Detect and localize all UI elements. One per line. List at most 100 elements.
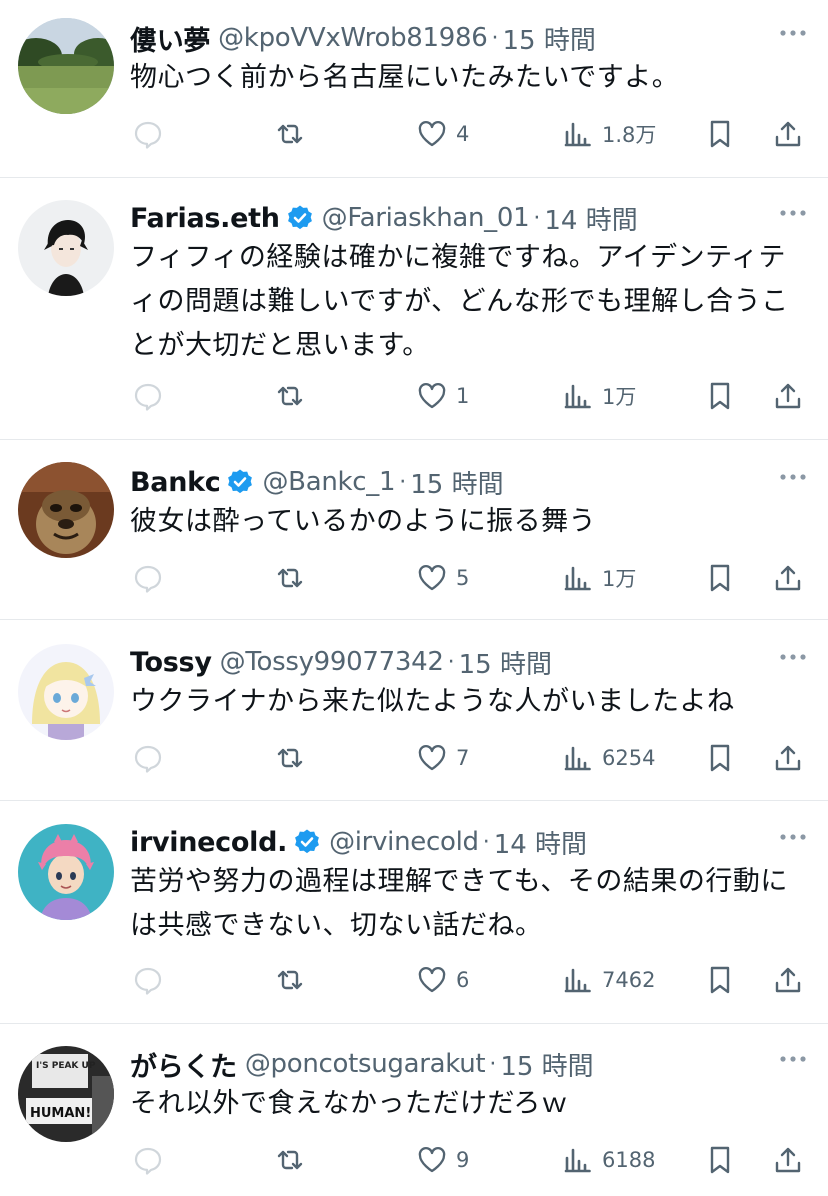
- display-name[interactable]: Farias.eth: [130, 203, 280, 234]
- views-button[interactable]: 6188: [562, 1140, 655, 1180]
- timestamp[interactable]: 15 時間: [410, 464, 503, 501]
- bookmark-button[interactable]: [704, 738, 736, 778]
- avatar[interactable]: [18, 200, 114, 296]
- more-options-icon[interactable]: [778, 472, 808, 482]
- like-button[interactable]: 9: [416, 1140, 469, 1180]
- more-options-icon[interactable]: [778, 832, 808, 842]
- reply-button[interactable]: [132, 1140, 172, 1180]
- user-handle[interactable]: @Tossy99077342: [220, 647, 444, 677]
- analytics-icon: [564, 566, 591, 591]
- view-count: 6188: [602, 1148, 656, 1172]
- share-button[interactable]: [772, 376, 804, 416]
- bookmark-button[interactable]: [704, 1140, 736, 1180]
- share-button[interactable]: [772, 960, 804, 1000]
- heart-icon: [418, 121, 446, 147]
- share-button[interactable]: [772, 1140, 804, 1180]
- verified-badge-icon: [287, 205, 312, 230]
- avatar-sign-top-text: I'S PEAK UP: [36, 1061, 96, 1071]
- user-handle[interactable]: @kpoVVxWrob81986: [218, 23, 488, 53]
- retweet-button[interactable]: [274, 1140, 314, 1180]
- display-name[interactable]: Tossy: [130, 647, 212, 678]
- views-button[interactable]: 1万: [562, 376, 636, 416]
- display-name[interactable]: がらくた: [130, 1045, 237, 1084]
- like-button[interactable]: 4: [416, 114, 469, 154]
- timestamp[interactable]: 15 時間: [459, 644, 552, 681]
- verified-badge-icon: [228, 469, 253, 494]
- share-button[interactable]: [772, 738, 804, 778]
- more-options-icon[interactable]: [778, 652, 808, 662]
- more-options-icon[interactable]: [778, 208, 808, 218]
- tweet-header: がらくた @poncotsugarakut · 15 時間: [130, 1042, 594, 1086]
- views-button[interactable]: 6254: [562, 738, 655, 778]
- analytics-icon: [564, 384, 591, 409]
- retweet-button[interactable]: [274, 960, 314, 1000]
- tweet[interactable]: 僂い夢 @kpoVVxWrob81986 · 15 時間 物心つく前から名古屋に…: [0, 16, 828, 176]
- bookmark-button[interactable]: [704, 960, 736, 1000]
- retweet-icon: [277, 970, 303, 990]
- bookmark-button[interactable]: [704, 114, 736, 154]
- retweet-icon: [277, 1150, 303, 1170]
- more-options-icon[interactable]: [778, 28, 808, 38]
- tweet[interactable]: irvinecold. @irvinecold · 14 時間 苦労や努力の過程…: [0, 820, 828, 1010]
- bookmark-icon: [710, 966, 730, 994]
- like-count: 6: [456, 968, 470, 992]
- timestamp[interactable]: 14 時間: [494, 824, 587, 861]
- user-handle[interactable]: @irvinecold: [329, 827, 479, 857]
- separator-dot: ·: [491, 25, 499, 51]
- heart-icon: [418, 967, 446, 993]
- user-handle[interactable]: @poncotsugarakut: [245, 1049, 486, 1079]
- reply-icon: [134, 967, 162, 995]
- share-icon: [775, 1147, 801, 1173]
- reply-button[interactable]: [132, 114, 172, 154]
- heart-icon: [418, 745, 446, 771]
- tweet-header: 僂い夢 @kpoVVxWrob81986 · 15 時間: [130, 16, 596, 60]
- like-button[interactable]: 1: [416, 376, 469, 416]
- views-button[interactable]: 1万: [562, 558, 636, 598]
- avatar[interactable]: [18, 644, 114, 740]
- display-name[interactable]: irvinecold.: [130, 827, 287, 858]
- tweet-divider: [0, 619, 828, 620]
- avatar-golf-course: [18, 18, 114, 114]
- avatar-sign-bottom-text: HUMAN!!: [30, 1106, 97, 1121]
- like-button[interactable]: 7: [416, 738, 469, 778]
- tweet[interactable]: I'S PEAK UP HUMAN!! がらくた @poncotsugaraku…: [0, 1042, 828, 1196]
- like-count: 4: [456, 122, 470, 146]
- action-bar: 5 1万: [130, 558, 820, 598]
- avatar[interactable]: [18, 824, 114, 920]
- avatar-pink-hair: [18, 824, 114, 920]
- retweet-button[interactable]: [274, 376, 314, 416]
- share-button[interactable]: [772, 558, 804, 598]
- avatar[interactable]: [18, 18, 114, 114]
- like-count: 7: [456, 746, 470, 770]
- tweet[interactable]: Tossy @Tossy99077342 · 15 時間 ウクライナから来た似た…: [0, 640, 828, 790]
- bookmark-icon: [710, 382, 730, 410]
- display-name[interactable]: 僂い夢: [130, 19, 210, 58]
- bookmark-button[interactable]: [704, 376, 736, 416]
- reply-button[interactable]: [132, 960, 172, 1000]
- like-button[interactable]: 6: [416, 960, 469, 1000]
- tweet-header: Tossy @Tossy99077342 · 15 時間: [130, 640, 552, 684]
- reply-button[interactable]: [132, 376, 172, 416]
- user-handle[interactable]: @Fariaskhan_01: [322, 203, 530, 233]
- avatar[interactable]: [18, 462, 114, 558]
- retweet-button[interactable]: [274, 114, 314, 154]
- reply-button[interactable]: [132, 558, 172, 598]
- retweet-button[interactable]: [274, 558, 314, 598]
- timestamp[interactable]: 15 時間: [503, 20, 596, 57]
- reply-button[interactable]: [132, 738, 172, 778]
- display-name[interactable]: Bankc: [130, 467, 221, 498]
- timestamp[interactable]: 14 時間: [544, 200, 637, 237]
- more-options-icon[interactable]: [778, 1054, 808, 1064]
- views-button[interactable]: 1.8万: [562, 114, 656, 154]
- retweet-button[interactable]: [274, 738, 314, 778]
- tweet[interactable]: Farias.eth @Fariaskhan_01 · 14 時間 フィフィの経…: [0, 196, 828, 436]
- bookmark-button[interactable]: [704, 558, 736, 598]
- tweet-text: フィフィの経験は確かに複雑ですね。アイデンティティの問題は難しいですが、どんな形…: [130, 242, 789, 361]
- avatar[interactable]: I'S PEAK UP HUMAN!!: [18, 1046, 114, 1142]
- views-button[interactable]: 7462: [562, 960, 655, 1000]
- tweet[interactable]: Bankc @Bankc_1 · 15 時間 彼女は酔っているかのように振る舞う…: [0, 460, 828, 610]
- user-handle[interactable]: @Bankc_1: [262, 467, 395, 497]
- timestamp[interactable]: 15 時間: [500, 1046, 593, 1083]
- like-button[interactable]: 5: [416, 558, 469, 598]
- share-button[interactable]: [772, 114, 804, 154]
